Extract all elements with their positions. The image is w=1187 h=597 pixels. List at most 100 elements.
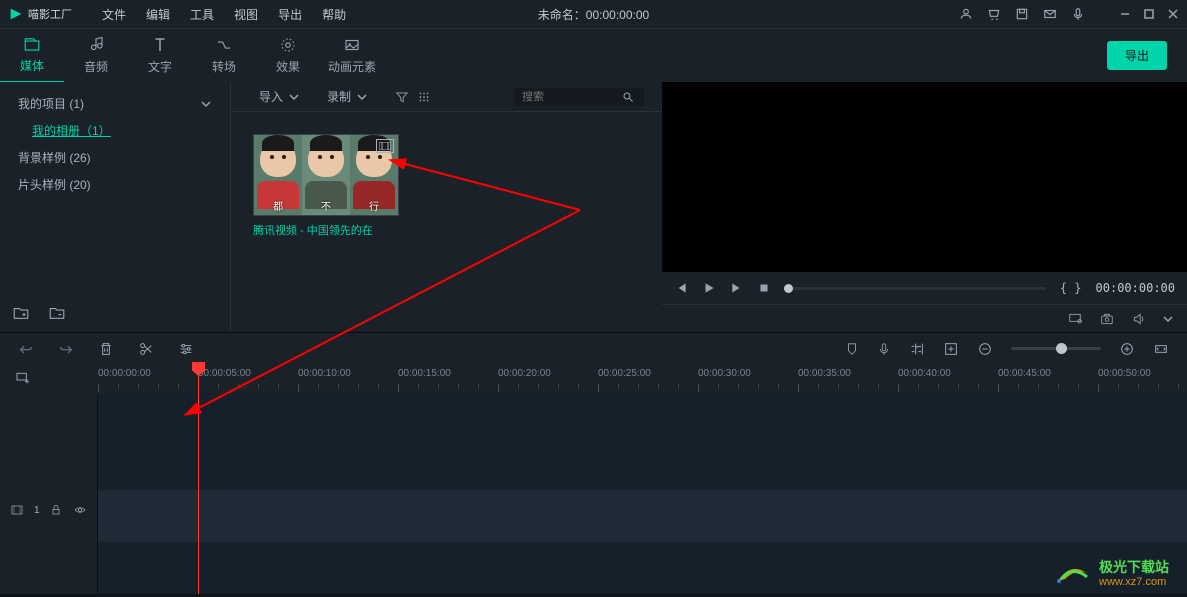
- mic-icon[interactable]: [1071, 7, 1085, 21]
- ruler-tick: 00:00:30:00: [698, 368, 751, 379]
- zoom-fit-icon[interactable]: [1153, 341, 1169, 357]
- document-title: 未命名：00:00:00:00: [538, 6, 649, 23]
- ruler-tick: 00:00:45:00: [998, 368, 1051, 379]
- track-header[interactable]: 1: [10, 504, 88, 516]
- menu-view[interactable]: 视图: [234, 6, 258, 23]
- chevron-down-icon[interactable]: [1163, 314, 1173, 324]
- tab-audio[interactable]: 音频: [64, 29, 128, 83]
- add-track-icon[interactable]: [14, 370, 32, 386]
- zoom-slider[interactable]: [1011, 347, 1101, 350]
- search-input[interactable]: [522, 91, 622, 103]
- preview-tools: [662, 304, 1187, 332]
- user-icon[interactable]: [959, 7, 973, 21]
- media-grid: 都 不 行 腾讯视频 - 中国领先的在: [231, 112, 662, 260]
- maximize-icon[interactable]: [1143, 8, 1155, 20]
- delete-icon[interactable]: [98, 341, 114, 357]
- new-folder-icon[interactable]: [12, 304, 30, 322]
- marker-icon[interactable]: [845, 341, 859, 357]
- sidebar-item-album[interactable]: 我的相册（1）: [0, 117, 230, 144]
- sidebar-item-label: 背景样例 (26): [18, 149, 91, 166]
- braces-label[interactable]: { }: [1060, 281, 1082, 295]
- sidebar-item-project[interactable]: 我的项目 (1): [0, 90, 230, 117]
- eye-icon[interactable]: [72, 504, 88, 516]
- menu-help[interactable]: 帮助: [322, 6, 346, 23]
- sidebar-item-label: 片头样例 (20): [18, 176, 91, 193]
- tab-audio-label: 音频: [84, 58, 108, 75]
- menu-tools[interactable]: 工具: [190, 6, 214, 23]
- render-icon[interactable]: [943, 341, 959, 357]
- titlebar-right: [959, 7, 1179, 21]
- menu-export[interactable]: 导出: [278, 6, 302, 23]
- sidebar-item-intros[interactable]: 片头样例 (20): [0, 171, 230, 198]
- app-logo: 喵影工厂: [8, 6, 72, 22]
- stop-icon[interactable]: [758, 282, 770, 294]
- titlebar: 喵影工厂 文件 编辑 工具 视图 导出 帮助 未命名：00:00:00:00: [0, 0, 1187, 28]
- media-toolbar: 导入 录制: [231, 82, 662, 112]
- ruler-tick: 00:00:35:00: [798, 368, 851, 379]
- sidebar: 我的项目 (1) 我的相册（1） 背景样例 (26) 片头样例 (20): [0, 82, 230, 332]
- search-box[interactable]: [514, 88, 644, 106]
- track-row[interactable]: [98, 490, 1187, 542]
- grid-view-icon[interactable]: [417, 90, 431, 104]
- tab-text[interactable]: 文字: [128, 29, 192, 83]
- voiceover-icon[interactable]: [877, 341, 891, 357]
- menu-edit[interactable]: 编辑: [146, 6, 170, 23]
- preview-video[interactable]: [662, 82, 1187, 272]
- watermark-url: www.xz7.com: [1099, 576, 1169, 588]
- playhead[interactable]: [198, 364, 199, 594]
- next-frame-icon[interactable]: [730, 281, 744, 295]
- track-area[interactable]: [98, 394, 1187, 594]
- tab-effects[interactable]: 效果: [256, 29, 320, 83]
- tab-media[interactable]: 媒体: [0, 29, 64, 83]
- zoom-out-icon[interactable]: [977, 341, 993, 357]
- ruler-tick: 00:00:00:00: [98, 368, 151, 379]
- tab-effects-label: 效果: [276, 58, 300, 75]
- watermark: 极光下载站 www.xz7.com: [1053, 559, 1169, 589]
- video-track-icon: [10, 504, 24, 516]
- cart-icon[interactable]: [987, 7, 1001, 21]
- ruler-tick: 00:00:40:00: [898, 368, 951, 379]
- zoom-in-icon[interactable]: [1119, 341, 1135, 357]
- tab-elements[interactable]: 动画元素: [320, 29, 384, 83]
- track-headers: 1: [0, 394, 98, 594]
- ruler-tick: 00:00:25:00: [598, 368, 651, 379]
- player-controls: { } 00:00:00:00: [662, 272, 1187, 304]
- minimize-icon[interactable]: [1119, 8, 1131, 20]
- category-tabs: 媒体 音频 文字 转场 效果 动画元素 导出: [0, 28, 1187, 82]
- adjust-icon[interactable]: [178, 341, 194, 357]
- import-label: 导入: [259, 88, 283, 105]
- snapshot-icon[interactable]: [1099, 312, 1115, 326]
- sidebar-item-label: 我的项目 (1): [18, 95, 84, 112]
- prev-frame-icon[interactable]: [674, 281, 688, 295]
- record-dropdown[interactable]: 录制: [317, 88, 377, 105]
- undo-icon[interactable]: [18, 341, 34, 357]
- tab-media-label: 媒体: [20, 57, 44, 74]
- audio-mixer-icon[interactable]: [909, 341, 925, 357]
- media-item[interactable]: 都 不 行 腾讯视频 - 中国领先的在: [253, 134, 399, 238]
- lock-icon[interactable]: [50, 504, 62, 516]
- ruler-tick: 00:00:20:00: [498, 368, 551, 379]
- timeline-tracks: 1: [0, 394, 1187, 594]
- preview-panel: { } 00:00:00:00: [662, 82, 1187, 332]
- remove-folder-icon[interactable]: [48, 304, 66, 322]
- timeline-toolbar: [0, 332, 1187, 364]
- tab-transition[interactable]: 转场: [192, 29, 256, 83]
- video-badge-icon: [376, 139, 394, 153]
- redo-icon[interactable]: [58, 341, 74, 357]
- import-dropdown[interactable]: 导入: [249, 88, 309, 105]
- watermark-icon: [1053, 559, 1093, 589]
- sidebar-item-backgrounds[interactable]: 背景样例 (26): [0, 144, 230, 171]
- close-icon[interactable]: [1167, 8, 1179, 20]
- filter-icon[interactable]: [395, 90, 409, 104]
- volume-icon[interactable]: [1131, 312, 1147, 326]
- menu-file[interactable]: 文件: [102, 6, 126, 23]
- save-icon[interactable]: [1015, 7, 1029, 21]
- progress-bar[interactable]: [784, 287, 1046, 290]
- mail-icon[interactable]: [1043, 7, 1057, 21]
- timeline-ruler[interactable]: 00:00:00:0000:00:05:0000:00:10:0000:00:1…: [0, 364, 1187, 394]
- display-settings-icon[interactable]: [1067, 312, 1083, 326]
- ruler-tick: 00:00:50:00: [1098, 368, 1151, 379]
- split-icon[interactable]: [138, 341, 154, 357]
- play-icon[interactable]: [702, 281, 716, 295]
- export-button[interactable]: 导出: [1107, 41, 1167, 70]
